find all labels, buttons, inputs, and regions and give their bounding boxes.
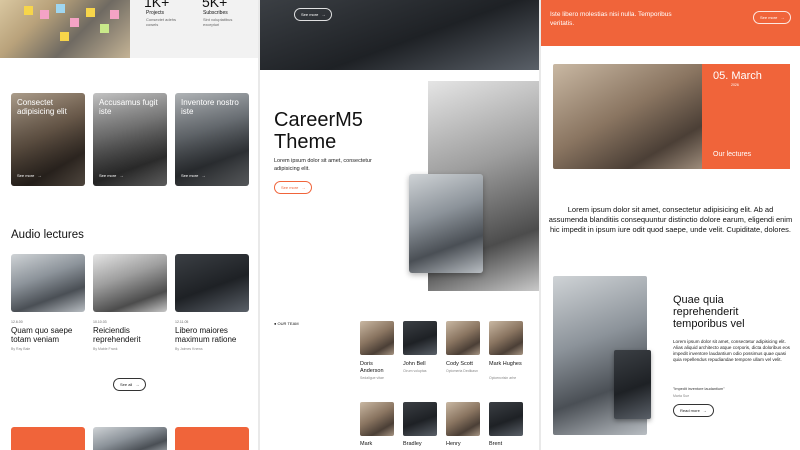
lecture-title[interactable]: Quam quo saepe totam veniam bbox=[11, 326, 85, 344]
course-tile[interactable]: Accusamus fugit iste See more → bbox=[93, 93, 167, 186]
team-member-name: Bradley bbox=[403, 441, 422, 447]
team-member-photo[interactable] bbox=[489, 402, 523, 436]
promo-card[interactable] bbox=[93, 427, 167, 450]
course-tile[interactable]: Consectet adipisicing elit See more → bbox=[11, 93, 85, 186]
lecture-author: By Mable Frank bbox=[93, 347, 118, 351]
team-member-name: Cody Scott bbox=[446, 361, 473, 367]
sticky-notes-photo bbox=[0, 0, 130, 58]
our-team-label: ● OUR TEAM bbox=[274, 321, 299, 326]
lecture-thumbnail[interactable] bbox=[11, 254, 85, 312]
team-member-photo[interactable] bbox=[489, 321, 523, 355]
see-all-button[interactable]: See all → bbox=[113, 378, 147, 391]
panel-middle: See more → CareerM5 Theme Lorem ipsum dol… bbox=[260, 0, 539, 450]
banner-text: Iste libero molestias nisi nulla. Tempor… bbox=[550, 11, 672, 27]
team-member-name: Henry bbox=[446, 441, 461, 447]
tile-see-more-link[interactable]: See more → bbox=[17, 173, 41, 178]
team-member-role: Optomeria Dedikasn bbox=[446, 369, 478, 373]
hero-title: CareerM5 Theme bbox=[274, 109, 363, 153]
arrow-right-icon: → bbox=[37, 173, 42, 178]
lecture-thumbnail[interactable] bbox=[93, 254, 167, 312]
tile-title: Consectet adipisicing elit bbox=[17, 98, 67, 116]
stat-sub: Sint voluptatibus excepturi bbox=[203, 17, 233, 27]
team-member-photo[interactable] bbox=[446, 402, 480, 436]
team-member-role: Ctrum voluptas bbox=[403, 369, 427, 373]
arrow-right-icon: → bbox=[321, 12, 326, 17]
team-member-name: Doris Anderson bbox=[360, 361, 384, 374]
arrow-right-icon: → bbox=[201, 173, 206, 178]
arrow-right-icon: → bbox=[135, 382, 140, 387]
stats-block: 1K+ 5K+ Projects Consectet adehs cowels … bbox=[130, 0, 258, 58]
lecture-date: 10.10.03 bbox=[93, 320, 107, 324]
arrow-right-icon: → bbox=[702, 408, 707, 413]
promo-card[interactable] bbox=[11, 427, 85, 450]
stat-label: Projects bbox=[146, 10, 165, 16]
team-member-role: Sedaligue vitae bbox=[360, 376, 384, 380]
panel-left: 1K+ 5K+ Projects Consectet adehs cowels … bbox=[0, 0, 258, 450]
hero-text: Lorem ipsum dolor sit amet, consectetur … bbox=[274, 158, 372, 172]
portrait-photo bbox=[614, 350, 651, 419]
arrow-right-icon: → bbox=[119, 173, 124, 178]
lecture-thumbnail[interactable] bbox=[175, 254, 249, 312]
lecture-date: 12.11.05 bbox=[175, 320, 189, 324]
event-year: 2026 bbox=[731, 83, 739, 87]
feature-author: Marta Sue bbox=[673, 394, 690, 398]
event-date: 05. March bbox=[713, 70, 762, 82]
feature-text: Lorem ipsum dolor sit amet, consectetur … bbox=[673, 339, 790, 362]
team-member-name: John Bell bbox=[403, 361, 426, 367]
arrow-right-icon: → bbox=[780, 15, 785, 20]
hero-see-more-button[interactable]: See more → bbox=[274, 181, 313, 194]
feature-quote: "Impedit inventore laudantium" bbox=[673, 387, 725, 391]
stat-number-1: 1K+ bbox=[144, 0, 170, 10]
intro-paragraph: Lorem ipsum dolor sit amet, consectetur … bbox=[548, 205, 793, 234]
open-office-photo bbox=[409, 174, 483, 273]
tile-see-more-link[interactable]: See more → bbox=[99, 173, 123, 178]
team-member-photo[interactable] bbox=[403, 402, 437, 436]
team-member-name: Brent bbox=[489, 441, 503, 447]
stat-label: Subscribes bbox=[203, 10, 228, 16]
team-member-name: Mark Hughes bbox=[489, 361, 522, 367]
audio-lectures-heading: Audio lectures bbox=[11, 229, 84, 241]
screenshot-collage: 1K+ 5K+ Projects Consectet adehs cowels … bbox=[0, 0, 800, 450]
lecture-author: By Jaimes Knews bbox=[175, 347, 203, 351]
see-more-button[interactable]: See more → bbox=[294, 8, 333, 21]
lecture-title[interactable]: Libero maiores maximum ratione bbox=[175, 326, 253, 344]
course-tile[interactable]: Inventore nostro iste See more → bbox=[175, 93, 249, 186]
lecture-author: By Ray Bale bbox=[11, 347, 31, 351]
team-member-photo[interactable] bbox=[360, 402, 394, 436]
event-caption: Our lectures bbox=[713, 151, 752, 158]
team-member-photo[interactable] bbox=[360, 321, 394, 355]
tile-see-more-link[interactable]: See more → bbox=[181, 173, 205, 178]
read-more-button[interactable]: Read more → bbox=[673, 404, 714, 417]
arrow-right-icon: → bbox=[301, 185, 306, 190]
lecture-room-photo bbox=[553, 64, 712, 169]
banner-see-more-button[interactable]: See more → bbox=[753, 11, 792, 24]
event-date-card[interactable]: 05. March 2026 Our lectures bbox=[702, 64, 790, 169]
lecture-date: 12.6.00 bbox=[11, 320, 23, 324]
team-member-photo[interactable] bbox=[403, 321, 437, 355]
lecture-title[interactable]: Reiciendis reprehenderit bbox=[93, 326, 167, 344]
stat-number-2: 5K+ bbox=[202, 0, 228, 10]
tile-title: Inventore nostro iste bbox=[181, 98, 239, 116]
promo-card[interactable] bbox=[175, 427, 249, 450]
tile-title: Accusamus fugit iste bbox=[99, 98, 158, 116]
stat-sub: Consectet adehs cowels bbox=[146, 17, 177, 27]
team-member-photo[interactable] bbox=[446, 321, 480, 355]
feature-title: Quae quia reprehenderit temporibus vel bbox=[673, 294, 745, 330]
panel-right: Iste libero molestias nisi nulla. Tempor… bbox=[541, 0, 800, 450]
team-member-role: Opicencrisin arhe bbox=[489, 376, 517, 380]
team-member-name: Mark bbox=[360, 441, 373, 447]
